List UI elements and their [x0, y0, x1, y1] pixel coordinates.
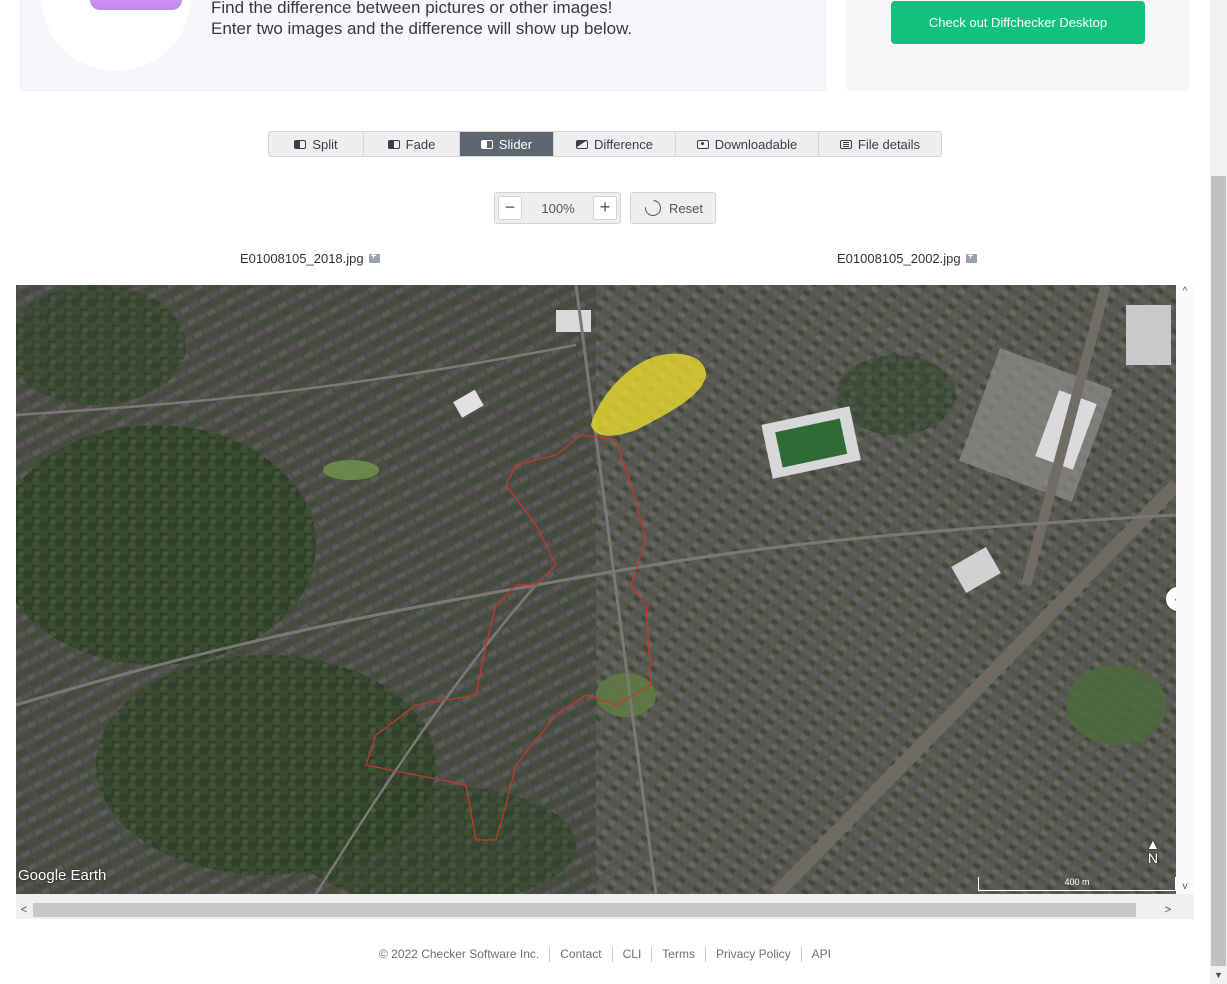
north-arrow-icon: ▲ N	[1146, 836, 1160, 866]
image-viewer[interactable]: ‹ Google Earth ▲N 400 m ^ v < >	[16, 285, 1194, 919]
scale-bar: 400 m	[978, 877, 1176, 891]
scroll-up-arrow-icon[interactable]: ^	[1176, 285, 1194, 299]
zoom-control: − 100% +	[494, 192, 621, 224]
page-scrollbar[interactable]: ▼	[1210, 0, 1227, 984]
promo-panel: Check out Diffchecker Desktop	[846, 0, 1190, 91]
tab-slider[interactable]: Slider	[460, 132, 554, 156]
image-illustration-icon	[90, 0, 182, 10]
footer-link-api[interactable]: API	[812, 947, 831, 961]
scroll-down-arrow-icon[interactable]: ▼	[1214, 971, 1223, 980]
tab-fade-label: Fade	[405, 136, 436, 152]
footer-divider	[651, 946, 653, 962]
slider-icon	[480, 139, 493, 149]
hero-panel: Find the difference between pictures or …	[20, 0, 826, 91]
viewer-vertical-scrollbar[interactable]: ^ v	[1176, 285, 1194, 894]
hero-description: Find the difference between pictures or …	[211, 0, 632, 39]
footer-copyright: © 2022 Checker Software Inc.	[378, 947, 540, 961]
zoom-out-button[interactable]: −	[498, 196, 522, 220]
viewer-horizontal-scrollbar[interactable]: < >	[16, 901, 1194, 919]
footer: © 2022 Checker Software Inc. Contact CLI…	[0, 944, 1210, 964]
footer-link-contact[interactable]: Contact	[560, 947, 601, 961]
scroll-left-arrow-icon[interactable]: <	[16, 901, 32, 919]
footer-link-privacy[interactable]: Privacy Policy	[716, 947, 791, 961]
north-label: N	[1147, 850, 1158, 866]
left-file-label: E01008105_2018.jpg	[240, 251, 380, 266]
horizontal-scroll-thumb[interactable]	[33, 903, 1136, 917]
left-file-name: E01008105_2018.jpg	[240, 251, 364, 266]
file-details-icon	[839, 139, 852, 149]
footer-divider	[704, 946, 706, 962]
right-file-name: E01008105_2002.jpg	[837, 251, 961, 266]
footer-divider	[611, 946, 613, 962]
tab-split[interactable]: Split	[269, 132, 364, 156]
right-file-label: E01008105_2002.jpg	[837, 251, 977, 266]
reset-zoom-button[interactable]: Reset	[630, 192, 716, 224]
desktop-promo-button[interactable]: Check out Diffchecker Desktop	[891, 1, 1145, 44]
view-mode-tabs: Split Fade Slider Difference Downloadabl…	[268, 131, 942, 157]
satellite-image: ‹ Google Earth ▲N 400 m	[16, 285, 1176, 894]
footer-link-cli[interactable]: CLI	[623, 947, 642, 961]
tab-difference[interactable]: Difference	[554, 132, 676, 156]
hero-line-1: Find the difference between pictures or …	[211, 0, 613, 17]
footer-link-terms[interactable]: Terms	[662, 947, 695, 961]
tab-split-label: Split	[312, 136, 338, 152]
tab-slider-label: Slider	[498, 136, 533, 152]
tab-downloadable-label: Downloadable	[714, 136, 798, 152]
reset-icon	[641, 196, 665, 220]
fade-icon	[387, 139, 400, 149]
zoom-in-button[interactable]: +	[593, 196, 617, 220]
zoom-level: 100%	[541, 201, 575, 216]
tab-file-details[interactable]: File details	[819, 132, 941, 156]
scroll-right-arrow-icon[interactable]: >	[1160, 901, 1176, 919]
tab-file-details-label: File details	[857, 136, 921, 152]
map-watermark: Google Earth	[18, 867, 107, 884]
tab-downloadable[interactable]: Downloadable	[676, 132, 819, 156]
scroll-down-arrow-icon[interactable]: v	[1176, 880, 1194, 894]
footer-divider	[800, 946, 802, 962]
difference-icon	[575, 139, 588, 149]
footer-divider	[549, 946, 551, 962]
tab-fade[interactable]: Fade	[364, 132, 460, 156]
hero-illustration	[41, 0, 191, 71]
hero-line-2: Enter two images and the difference will…	[211, 19, 633, 38]
satellite-map	[16, 285, 1176, 894]
camera-icon	[696, 139, 709, 149]
scale-label: 400 m	[1064, 877, 1090, 887]
page-scrollbar-thumb[interactable]	[1211, 176, 1226, 966]
add-image-icon[interactable]	[965, 251, 977, 263]
split-icon	[294, 139, 307, 149]
add-image-icon[interactable]	[368, 251, 380, 263]
reset-label: Reset	[669, 200, 703, 216]
tab-difference-label: Difference	[593, 136, 653, 152]
